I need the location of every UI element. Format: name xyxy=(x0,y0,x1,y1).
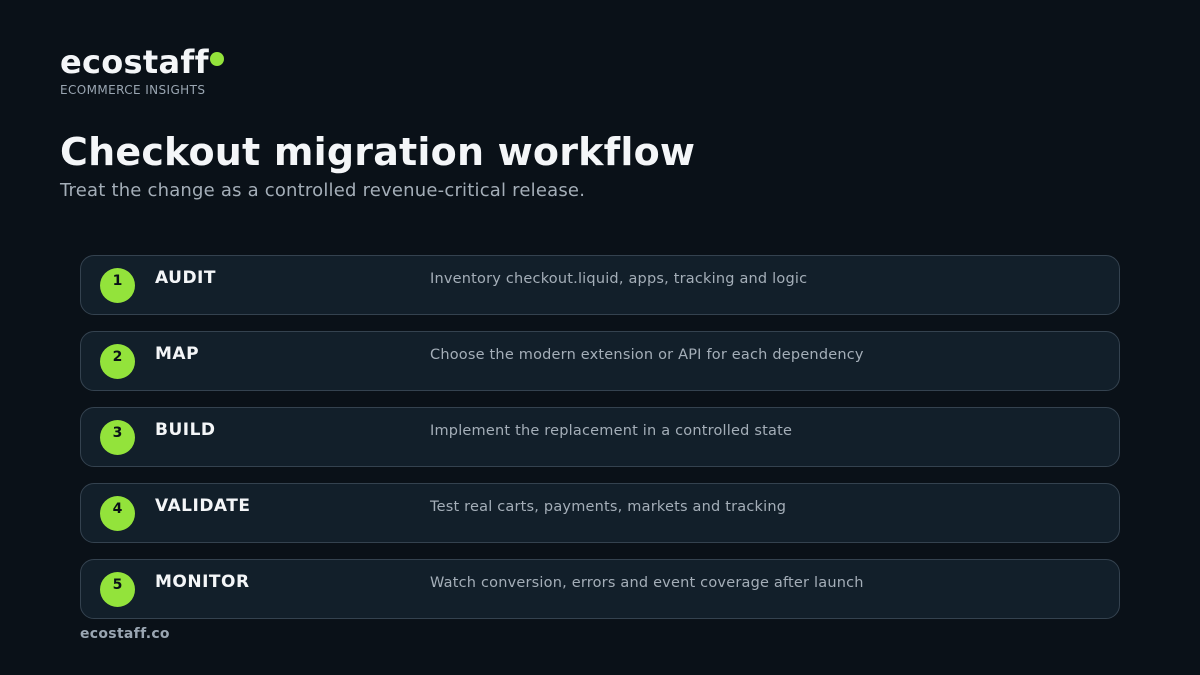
page-title: Checkout migration workflow xyxy=(60,130,696,174)
step-description: Inventory checkout.liquid, apps, trackin… xyxy=(430,271,808,287)
step-number-badge: 1 xyxy=(100,268,135,303)
step-title: AUDIT xyxy=(155,268,216,288)
step-description: Implement the replacement in a controlle… xyxy=(430,423,793,439)
brand-name: ecostaff xyxy=(60,43,209,81)
step-card-monitor: 5 MONITOR Watch conversion, errors and e… xyxy=(80,559,1120,619)
step-number-badge: 3 xyxy=(100,420,135,455)
step-description: Test real carts, payments, markets and t… xyxy=(430,499,787,515)
step-number-badge: 5 xyxy=(100,572,135,607)
step-title: MONITOR xyxy=(155,572,250,592)
step-card-build: 3 BUILD Implement the replacement in a c… xyxy=(80,407,1120,467)
step-description: Choose the modern extension or API for e… xyxy=(430,347,864,363)
step-card-map: 2 MAP Choose the modern extension or API… xyxy=(80,331,1120,391)
brand-dot-icon xyxy=(209,52,224,66)
step-description: Watch conversion, errors and event cover… xyxy=(430,575,864,591)
step-number-badge: 2 xyxy=(100,344,135,379)
step-title: MAP xyxy=(155,344,200,364)
brand-tagline: ECOMMERCE INSIGHTS xyxy=(60,83,206,97)
step-title: BUILD xyxy=(155,420,216,440)
step-card-audit: 1 AUDIT Inventory checkout.liquid, apps,… xyxy=(80,255,1120,315)
step-card-validate: 4 VALIDATE Test real carts, payments, ma… xyxy=(80,483,1120,543)
workflow-steps-list: 1 AUDIT Inventory checkout.liquid, apps,… xyxy=(80,255,1120,635)
footer-url: ecostaff.co xyxy=(80,626,170,642)
page-subtitle: Treat the change as a controlled revenue… xyxy=(60,180,586,201)
step-number-badge: 4 xyxy=(100,496,135,531)
brand-logo: ecostaff xyxy=(60,43,224,81)
step-title: VALIDATE xyxy=(155,496,251,516)
